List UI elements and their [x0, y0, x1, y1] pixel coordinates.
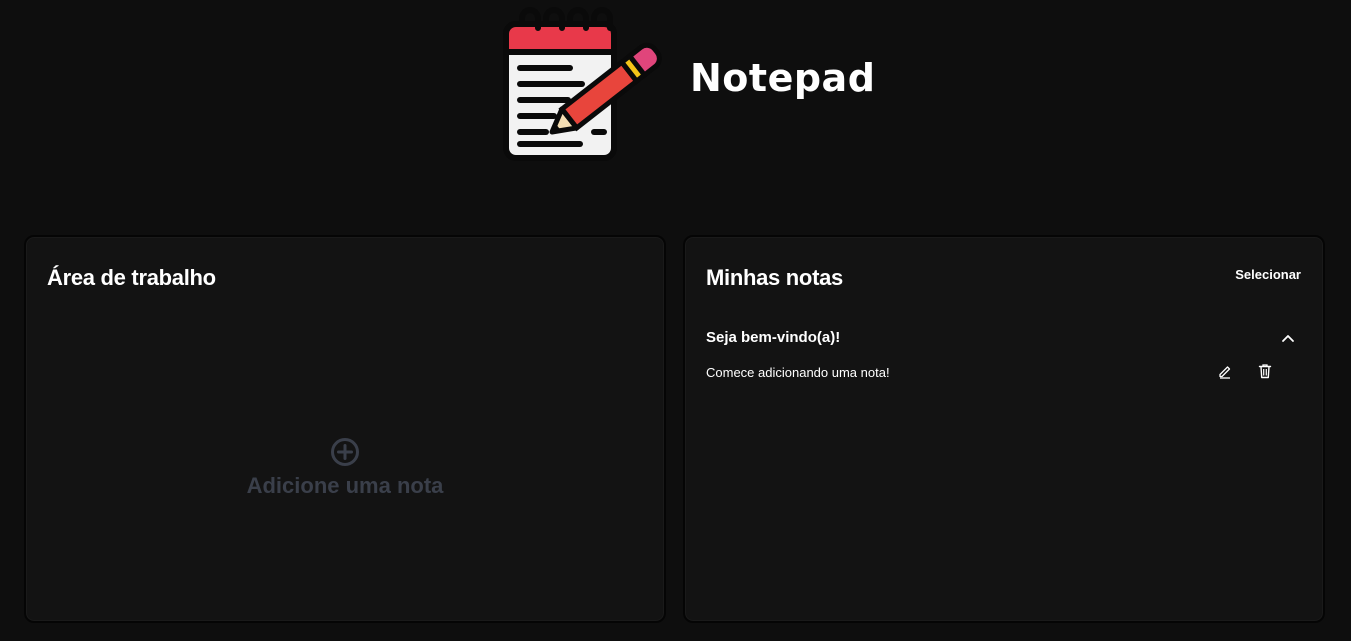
edit-icon[interactable] — [1217, 363, 1233, 379]
notes-title: Minhas notas — [706, 265, 843, 290]
note-body: Comece adicionando uma nota! — [706, 365, 890, 380]
workspace-panel: Área de trabalho Adicione uma nota — [24, 235, 666, 623]
notepad-logo-icon — [503, 7, 662, 161]
add-note-button[interactable]: Adicione uma nota — [26, 437, 664, 499]
chevron-up-icon[interactable] — [1281, 333, 1295, 343]
add-note-label: Adicione uma nota — [246, 473, 444, 498]
note-actions — [1217, 363, 1273, 379]
app-title: Notepad — [690, 56, 876, 100]
select-button[interactable]: Selecionar — [1235, 267, 1301, 282]
notes-panel: Minhas notas Selecionar Seja bem-vindo(a… — [683, 235, 1325, 623]
workspace-title: Área de trabalho — [47, 265, 216, 290]
trash-icon[interactable] — [1257, 363, 1273, 379]
list-item[interactable]: Seja bem-vindo(a)! Comece adicionando um… — [706, 329, 1301, 380]
plus-circle-icon — [331, 438, 359, 466]
app-header: Notepad — [0, 0, 1351, 180]
note-title[interactable]: Seja bem-vindo(a)! — [706, 329, 1301, 346]
